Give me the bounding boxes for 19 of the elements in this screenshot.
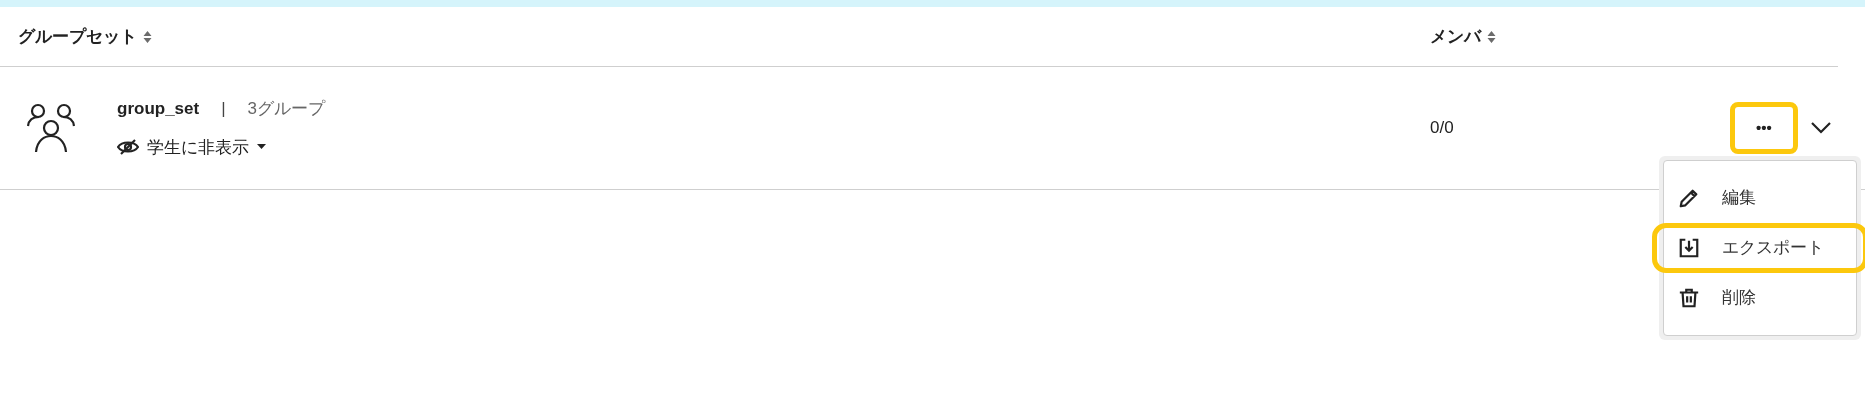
menu-item[interactable]: 削除 <box>1664 273 1856 323</box>
sort-icon[interactable] <box>1487 29 1496 44</box>
separator: | <box>221 98 226 120</box>
sort-icon[interactable] <box>143 29 152 44</box>
visibility-dropdown[interactable]: 学生に非表示 <box>117 134 266 160</box>
chevron-icon[interactable] <box>1810 121 1832 135</box>
member-count: 0/0 <box>1430 117 1455 140</box>
menu-item[interactable]: 編集 <box>1664 173 1856 223</box>
download-icon <box>1678 237 1700 259</box>
pencil-icon <box>1678 187 1700 209</box>
group-set-name[interactable]: group_set <box>117 96 200 122</box>
menu-item[interactable]: エクスポート <box>1652 223 1865 273</box>
group-count: 3グループ <box>247 98 326 120</box>
hidden-eye-icon <box>117 139 139 156</box>
column-header: メンバ <box>1430 25 1481 48</box>
caret-icon <box>257 144 266 151</box>
group-icon <box>25 102 77 154</box>
trash-icon <box>1678 287 1700 309</box>
column-header: グループセット <box>18 25 137 48</box>
